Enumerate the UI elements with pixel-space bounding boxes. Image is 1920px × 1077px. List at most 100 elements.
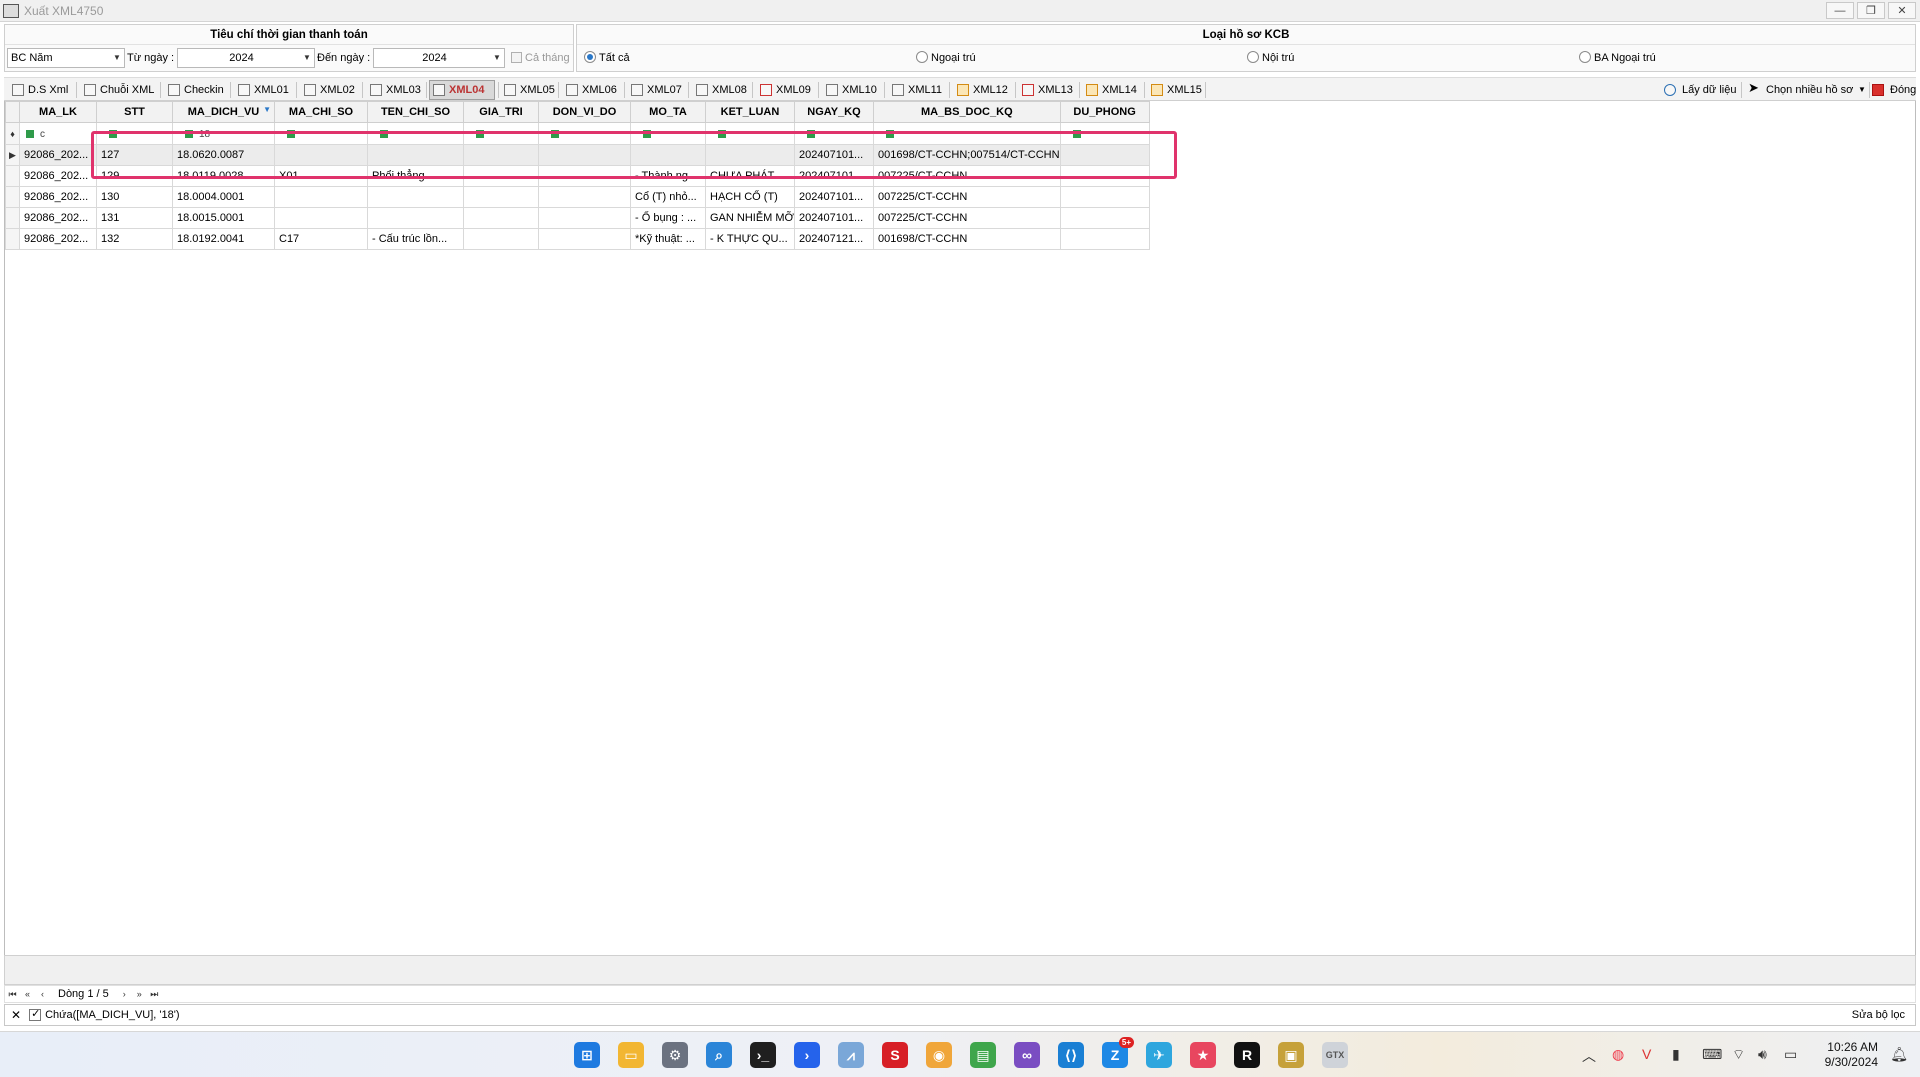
table-cell[interactable]: 202407101... — [794, 207, 874, 229]
table-cell[interactable] — [463, 207, 539, 229]
tab-ds-xml[interactable]: D.S Xml — [8, 80, 69, 100]
row-indicator[interactable] — [5, 165, 20, 187]
table-cell[interactable] — [538, 165, 631, 187]
app-s-icon[interactable]: S — [882, 1042, 908, 1068]
filter-cell[interactable] — [1059, 122, 1150, 145]
next-page-button[interactable]: » — [132, 989, 147, 999]
filter-cell[interactable] — [873, 122, 1061, 145]
radio-inpatient[interactable] — [1247, 51, 1259, 63]
filter-cell[interactable]: c — [19, 122, 97, 145]
table-row[interactable]: 92086_202... 130 18.0004.0001 Cổ (T) nhỏ...… — [5, 186, 1150, 208]
col-header[interactable]: MA_BS_DOC_KQ — [873, 101, 1061, 123]
tab-xml06[interactable]: XML06 — [562, 80, 618, 100]
tab-xml11[interactable]: XML11 — [888, 80, 943, 100]
table-cell[interactable]: 92086_202... — [19, 207, 97, 229]
last-record-button[interactable]: ⏭ — [147, 989, 162, 1000]
filter-cell[interactable] — [463, 122, 539, 145]
browser-app-icon[interactable]: ◉ — [926, 1042, 952, 1068]
windows-start-icon[interactable]: ⊞ — [574, 1042, 600, 1068]
table-cell[interactable]: 18.0004.0001 — [172, 186, 275, 208]
power-icon[interactable]: ▭ — [1784, 1046, 1797, 1063]
table-cell[interactable] — [463, 186, 539, 208]
table-cell[interactable] — [1059, 165, 1150, 187]
search-app-icon[interactable]: ⌕ — [706, 1042, 732, 1068]
table-cell[interactable] — [538, 207, 631, 229]
clock[interactable]: 10:26 AM 9/30/2024 — [1825, 1040, 1878, 1070]
filter-cell[interactable] — [367, 122, 464, 145]
table-cell[interactable]: *Kỹ thuật: ... — [630, 228, 706, 250]
table-cell[interactable] — [274, 186, 368, 208]
table-cell[interactable] — [367, 207, 464, 229]
table-cell[interactable]: 129 — [96, 165, 173, 187]
filter-cell[interactable] — [794, 122, 874, 145]
tab-xml03[interactable]: XML03 — [366, 80, 422, 100]
row-indicator[interactable] — [5, 186, 20, 208]
wifi-icon[interactable]: ⌔ — [1732, 1046, 1745, 1064]
table-cell[interactable] — [463, 228, 539, 250]
table-row[interactable]: 92086_202... 131 18.0015.0001 - Ổ bụng : ..… — [5, 207, 1150, 229]
table-cell[interactable]: 92086_202... — [19, 165, 97, 187]
table-cell[interactable]: GAN NHIỄM MỠ — [705, 207, 795, 229]
table-cell[interactable]: 92086_202... — [19, 186, 97, 208]
chrome-tray-icon[interactable]: ◍ — [1612, 1046, 1624, 1063]
tab-xml10[interactable]: XML10 — [822, 80, 878, 100]
visual-studio-icon[interactable]: ∞ — [1014, 1042, 1040, 1068]
app-gtx-icon[interactable]: GTX — [1322, 1042, 1348, 1068]
radio-ba-outpatient[interactable] — [1579, 51, 1591, 63]
col-header[interactable]: NGAY_KQ — [794, 101, 874, 123]
zalo-icon[interactable]: Z 5+ — [1102, 1037, 1134, 1068]
table-cell[interactable]: 18.0015.0001 — [172, 207, 275, 229]
next-record-button[interactable]: › — [117, 989, 132, 999]
table-cell[interactable] — [274, 144, 368, 166]
table-cell[interactable]: - Cấu trúc lồn... — [367, 228, 464, 250]
tab-xml09[interactable]: XML09 — [756, 80, 812, 100]
performance-monitor-icon[interactable]: ⩘ — [838, 1042, 864, 1068]
tab-xml08[interactable]: XML08 — [692, 80, 748, 100]
table-cell[interactable]: 007225/CT-CCHN — [873, 186, 1061, 208]
table-cell[interactable]: 001698/CT-CCHN;007514/CT-CCHN — [873, 144, 1061, 166]
table-cell[interactable]: 007225/CT-CCHN — [873, 207, 1061, 229]
filter-cell[interactable] — [96, 122, 173, 145]
tab-checkin[interactable]: Checkin — [164, 80, 225, 100]
table-cell[interactable]: - Ổ bụng : ... — [630, 207, 706, 229]
to-date-select[interactable]: 2024 ▼ — [373, 48, 505, 68]
settings-icon[interactable]: ⚙ — [662, 1042, 688, 1068]
tray-overflow-icon[interactable]: ︿ — [1582, 1046, 1596, 1066]
report-type-select[interactable]: BC Năm ▼ — [7, 48, 125, 68]
table-cell[interactable]: HẠCH CỔ (T) — [705, 186, 795, 208]
table-cell[interactable] — [1059, 186, 1150, 208]
filter-cell[interactable] — [705, 122, 795, 145]
row-indicator[interactable]: ▶ — [5, 144, 20, 166]
tab-chuoi-xml[interactable]: Chuỗi XML — [80, 80, 155, 100]
table-cell[interactable] — [463, 144, 539, 166]
multi-select-button[interactable]: ➤ Chọn nhiều hồ sơ — [1744, 80, 1854, 100]
col-header[interactable]: MO_TA — [630, 101, 706, 123]
col-header[interactable]: DON_VI_DO — [538, 101, 631, 123]
filter-cell[interactable] — [274, 122, 368, 145]
fetch-data-button[interactable]: Lấy dữ liệu — [1660, 80, 1737, 100]
table-cell[interactable]: 18.0620.0087 — [172, 144, 275, 166]
table-cell[interactable]: - K THỰC QU... — [705, 228, 795, 250]
table-cell[interactable]: Phổi thẳng — [367, 165, 464, 187]
table-cell[interactable]: 001698/CT-CCHN — [873, 228, 1061, 250]
close-button[interactable]: Đóng — [1868, 80, 1917, 100]
tab-xml07[interactable]: XML07 — [627, 80, 683, 100]
table-cell[interactable]: C17 — [274, 228, 368, 250]
table-cell[interactable]: Cổ (T) nhỏ... — [630, 186, 706, 208]
terminal-icon[interactable]: ›_ — [750, 1042, 776, 1068]
tab-xml15[interactable]: XML15 — [1147, 80, 1203, 100]
telegram-icon[interactable]: ✈ — [1146, 1042, 1172, 1068]
table-cell[interactable]: X01 — [274, 165, 368, 187]
col-header[interactable]: KET_LUAN — [705, 101, 795, 123]
table-cell[interactable]: 202407101... — [794, 186, 874, 208]
minimize-button[interactable]: — — [1826, 2, 1854, 19]
filter-cell[interactable]: 18 — [172, 122, 275, 145]
rider-icon[interactable]: R — [1234, 1042, 1260, 1068]
table-cell[interactable] — [705, 144, 795, 166]
col-header[interactable]: MA_CHI_SO — [274, 101, 368, 123]
clear-filter-icon[interactable]: ✕ — [11, 1008, 21, 1022]
col-header[interactable]: STT — [96, 101, 173, 123]
table-cell[interactable]: 131 — [96, 207, 173, 229]
file-explorer-icon[interactable]: ▭ — [618, 1042, 644, 1068]
radio-all[interactable] — [584, 51, 596, 63]
